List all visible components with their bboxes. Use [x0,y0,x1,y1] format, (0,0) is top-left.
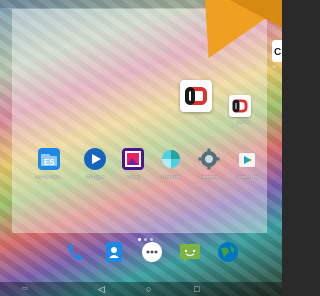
app-drawer-icon[interactable] [140,240,164,264]
photoprint-icon [160,148,182,170]
recents-icon[interactable]: □ [194,283,199,295]
app-row: ES ES File Explo... MX Player Gallery Ph… [35,146,266,186]
mx-player-icon [84,148,106,170]
svg-text:C: C [274,47,281,58]
es-file-explorer-icon: ES [38,148,60,170]
browser-icon[interactable] [216,240,240,264]
phone-icon[interactable] [64,240,88,264]
svg-text:ES: ES [44,158,55,167]
photo-app-icon[interactable] [229,95,251,117]
home-icon[interactable]: ○ [146,283,151,295]
photo-app-label: Vyfoťte [236,119,250,124]
app-play-store[interactable]: Obchod Play [234,146,260,186]
messaging-icon[interactable] [178,240,202,264]
app-label: Nastavení [199,174,218,179]
contacts-icon[interactable] [102,240,126,264]
highlighted-app-icon-large[interactable] [180,80,212,112]
hotseat [58,240,244,268]
page-indicator [138,228,162,241]
app-settings[interactable]: Nastavení [196,146,222,186]
settings-icon [198,148,220,170]
app-label: MX Player [85,174,105,179]
navigation-bar: ▭ ◁ ○ □ [0,282,282,296]
offscreen-app-label: V [273,64,276,69]
app-label: Gallery [126,174,140,179]
app-mx-player[interactable]: MX Player [82,146,108,186]
app-gallery[interactable]: Gallery [120,146,146,186]
app-label: ES File Explo... [35,174,63,179]
app-es-file-explorer[interactable]: ES ES File Explo... [35,146,63,186]
app-label: Photoprint [161,174,181,179]
offscreen-app-icon[interactable]: C [272,40,282,62]
back-icon[interactable]: ◁ [98,283,105,295]
play-store-icon [236,148,258,170]
app-label: Obchod Play [235,174,259,179]
gallery-icon [122,148,144,170]
screenshot-icon[interactable]: ▭ [22,283,28,295]
app-photoprint[interactable]: Photoprint [158,146,184,186]
